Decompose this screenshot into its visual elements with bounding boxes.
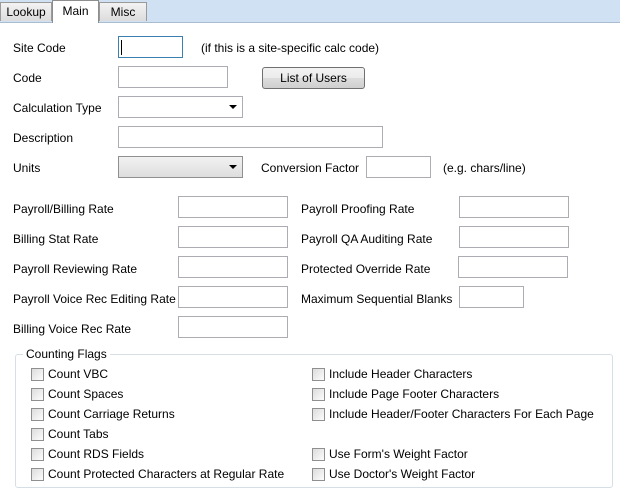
checkbox-box[interactable] (31, 428, 44, 441)
protected-override-rate-label: Protected Override Rate (301, 262, 431, 276)
checkbox-label: Include Header/Footer Characters For Eac… (329, 407, 594, 421)
site-code-hint: (if this is a site-specific calc code) (201, 41, 380, 55)
payroll-voice-rec-editing-rate-label: Payroll Voice Rec Editing Rate (13, 292, 176, 306)
tab-misc[interactable]: Misc (99, 2, 147, 21)
payroll-proofing-rate-label: Payroll Proofing Rate (301, 202, 415, 216)
list-of-users-button[interactable]: List of Users (262, 67, 365, 89)
checkbox-label: Include Header Characters (329, 367, 473, 381)
payroll-proofing-rate-input[interactable] (459, 196, 569, 218)
checkbox-box[interactable] (312, 388, 325, 401)
payroll-billing-rate-input[interactable] (178, 196, 288, 218)
text-caret (121, 40, 122, 55)
tab-main[interactable]: Main (52, 0, 99, 23)
checkbox-box[interactable] (312, 408, 325, 421)
payroll-reviewing-rate-label: Payroll Reviewing Rate (13, 262, 138, 276)
conversion-factor-input[interactable] (366, 156, 431, 178)
checkbox-label: Count Tabs (48, 427, 109, 441)
checkbox-label: Count VBC (48, 367, 109, 381)
maximum-sequential-blanks-label: Maximum Sequential Blanks (301, 292, 453, 306)
checkbox-box[interactable] (31, 448, 44, 461)
site-code-label: Site Code (13, 41, 66, 55)
checkbox-label: Count Carriage Returns (48, 407, 175, 421)
checkbox-box[interactable] (31, 368, 44, 381)
tab-lookup[interactable]: Lookup (0, 2, 52, 21)
calculation-type-label: Calculation Type (13, 101, 102, 115)
units-label: Units (13, 161, 41, 175)
code-label: Code (13, 71, 42, 85)
checkbox-label: Use Doctor's Weight Factor (329, 467, 476, 481)
maximum-sequential-blanks-input[interactable] (459, 286, 524, 308)
counting-flags-title: Counting Flags (23, 347, 110, 361)
billing-voice-rec-rate-label: Billing Voice Rec Rate (13, 322, 132, 336)
payroll-qa-auditing-rate-label: Payroll QA Auditing Rate (301, 232, 433, 246)
billing-stat-rate-label: Billing Stat Rate (13, 232, 99, 246)
checkbox-box[interactable] (31, 388, 44, 401)
conversion-factor-label: Conversion Factor (261, 161, 360, 175)
checkbox-box[interactable] (31, 408, 44, 421)
chevron-down-icon (229, 165, 237, 169)
tab-strip: Lookup Main Misc (0, 0, 620, 23)
payroll-reviewing-rate-input[interactable] (178, 256, 288, 278)
checkbox-label: Use Form's Weight Factor (329, 447, 468, 461)
billing-stat-rate-input[interactable] (178, 226, 288, 248)
description-input[interactable] (118, 126, 383, 148)
checkbox-label: Include Page Footer Characters (329, 387, 500, 401)
site-code-input[interactable] (118, 36, 183, 58)
checkbox-box[interactable] (312, 368, 325, 381)
payroll-voice-rec-editing-rate-input[interactable] (178, 286, 288, 308)
checkbox-label: Count RDS Fields (48, 447, 145, 461)
checkbox-box[interactable] (312, 468, 325, 481)
checkbox-box[interactable] (312, 448, 325, 461)
conversion-factor-hint: (e.g. chars/line) (443, 161, 526, 175)
protected-override-rate-input[interactable] (458, 256, 568, 278)
payroll-qa-auditing-rate-input[interactable] (459, 226, 569, 248)
billing-voice-rec-rate-input[interactable] (178, 316, 288, 338)
checkbox-label: Count Spaces (48, 387, 124, 401)
units-select[interactable] (118, 156, 243, 178)
checkbox-label: Count Protected Characters at Regular Ra… (48, 467, 285, 481)
code-input[interactable] (118, 66, 228, 88)
payroll-billing-rate-label: Payroll/Billing Rate (13, 202, 114, 216)
description-label: Description (13, 131, 74, 145)
checkbox-box[interactable] (31, 468, 44, 481)
chevron-down-icon (229, 105, 237, 109)
calculation-type-select[interactable] (118, 96, 243, 118)
